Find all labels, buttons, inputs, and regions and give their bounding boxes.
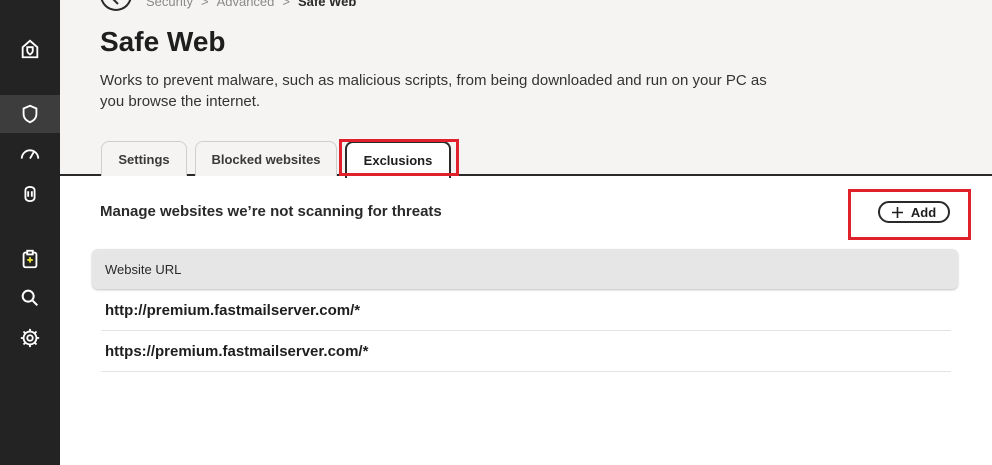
sidebar (0, 0, 60, 465)
gear-icon[interactable] (0, 319, 60, 357)
table-row[interactable]: https://premium.fastmailserver.com/* (101, 331, 951, 372)
clipboard-plus-icon[interactable] (0, 240, 60, 278)
speedometer-icon[interactable] (0, 135, 60, 173)
tab-settings[interactable]: Settings (101, 141, 187, 176)
highlight-add-button (848, 189, 971, 240)
breadcrumb-separator: > (200, 0, 209, 9)
back-button[interactable] (100, 0, 132, 11)
home-shield-icon[interactable] (0, 30, 60, 68)
shield-icon[interactable] (0, 95, 60, 133)
search-icon[interactable] (0, 279, 60, 317)
breadcrumb: Security > Advanced > Safe Web (100, 0, 356, 11)
table-row[interactable]: http://premium.fastmailserver.com/* (101, 290, 951, 331)
back-arrow-icon (112, 0, 119, 5)
breadcrumb-item-advanced[interactable]: Advanced (217, 0, 275, 9)
tab-blocked-websites[interactable]: Blocked websites (195, 141, 337, 176)
exclusions-heading: Manage websites we’re not scanning for t… (100, 203, 442, 220)
page-title: Safe Web (100, 26, 226, 57)
page-description: Works to prevent malware, such as malici… (100, 72, 767, 110)
table-header-website-url[interactable]: Website URL (92, 249, 958, 289)
highlight-exclusions-tab (339, 139, 459, 176)
page-header: Security > Advanced > Safe Web Safe Web … (60, 0, 992, 178)
fingerprint-icon[interactable] (0, 175, 60, 213)
breadcrumb-separator: > (282, 0, 290, 9)
breadcrumb-item-current: Safe Web (297, 0, 357, 9)
breadcrumb-item-security[interactable]: Security (146, 0, 193, 9)
